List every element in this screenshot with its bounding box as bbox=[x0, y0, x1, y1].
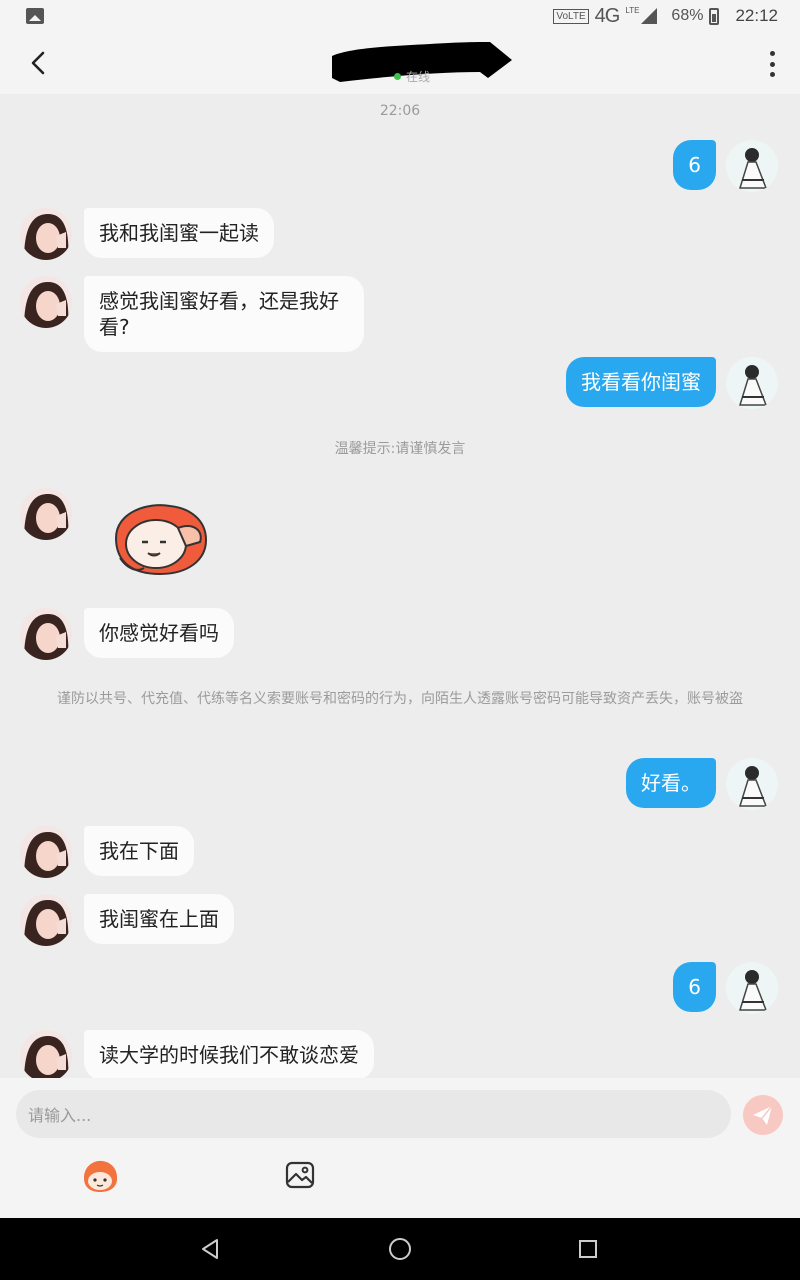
nav-recents-icon[interactable] bbox=[579, 1240, 597, 1258]
message-bubble-sent[interactable]: 我看看你闺蜜 bbox=[566, 357, 716, 407]
message-bubble-sent[interactable]: 6 bbox=[673, 140, 716, 190]
message-bubble-received[interactable]: 我在下面 bbox=[84, 826, 194, 876]
lte-indicator: LTE bbox=[625, 5, 640, 15]
battery-percent: 68% bbox=[671, 7, 704, 24]
emoji-sticker-icon[interactable] bbox=[80, 1158, 120, 1194]
system-navigation-bar bbox=[0, 1218, 800, 1280]
status-icons: VoLTE 4G LTE 68% 22:12 bbox=[553, 5, 778, 27]
my-avatar[interactable] bbox=[726, 962, 778, 1014]
contact-avatar[interactable] bbox=[20, 276, 72, 328]
message-bubble-received[interactable]: 我闺蜜在上面 bbox=[84, 894, 234, 944]
composer: 请输入... bbox=[0, 1078, 800, 1218]
back-arrow-icon[interactable] bbox=[26, 50, 52, 76]
online-status: 在线 bbox=[394, 68, 430, 85]
message-bubble-received[interactable]: 你感觉好看吗 bbox=[84, 608, 234, 658]
message-bubble-sent[interactable]: 好看。 bbox=[626, 758, 716, 808]
my-avatar[interactable] bbox=[726, 140, 778, 192]
volte-indicator: VoLTE bbox=[553, 8, 589, 24]
message-bubble-received[interactable]: 我和我闺蜜一起读 bbox=[84, 208, 274, 258]
send-icon[interactable] bbox=[743, 1095, 783, 1135]
message-bubble-received[interactable]: 读大学的时候我们不敢谈恋爱 bbox=[84, 1030, 374, 1078]
message-bubble-sent[interactable]: 6 bbox=[673, 962, 716, 1012]
more-options-icon[interactable] bbox=[770, 51, 776, 77]
system-tip: 温馨提示:请谨慎发言 bbox=[334, 441, 466, 457]
message-timestamp: 22:06 bbox=[379, 103, 421, 119]
online-label: 在线 bbox=[406, 70, 431, 84]
contact-avatar[interactable] bbox=[20, 826, 72, 878]
my-avatar[interactable] bbox=[726, 357, 778, 409]
contact-avatar[interactable] bbox=[20, 894, 72, 946]
chat-messages[interactable]: 22:06 6 我和我闺蜜一起读 感觉我闺蜜好看，还是我好看? 我看看你闺蜜 温… bbox=[0, 94, 800, 1078]
my-avatar[interactable] bbox=[726, 758, 778, 810]
contact-avatar[interactable] bbox=[20, 608, 72, 660]
sticker-image[interactable] bbox=[108, 498, 213, 578]
battery-icon bbox=[709, 7, 720, 25]
image-picker-icon[interactable] bbox=[285, 1160, 315, 1190]
online-dot-icon bbox=[394, 73, 401, 80]
chat-header: 在线 bbox=[0, 32, 800, 94]
nav-home-icon[interactable] bbox=[389, 1238, 411, 1260]
message-input[interactable]: 请输入... bbox=[16, 1090, 731, 1138]
image-notification-icon bbox=[26, 8, 44, 24]
contact-avatar[interactable] bbox=[20, 208, 72, 260]
clock: 22:12 bbox=[735, 6, 778, 25]
nav-back-icon[interactable] bbox=[199, 1238, 221, 1260]
contact-avatar[interactable] bbox=[20, 1030, 72, 1078]
security-warning: 谨防以共号、代充值、代练等名义索要账号和密码的行为，向陌生人透露账号密码可能导致… bbox=[57, 691, 743, 707]
network-type: 4G bbox=[594, 4, 621, 27]
message-bubble-received[interactable]: 感觉我闺蜜好看，还是我好看? bbox=[84, 276, 364, 352]
signal-icon bbox=[641, 8, 658, 24]
status-bar: VoLTE 4G LTE 68% 22:12 bbox=[0, 0, 800, 32]
contact-avatar[interactable] bbox=[20, 488, 72, 540]
